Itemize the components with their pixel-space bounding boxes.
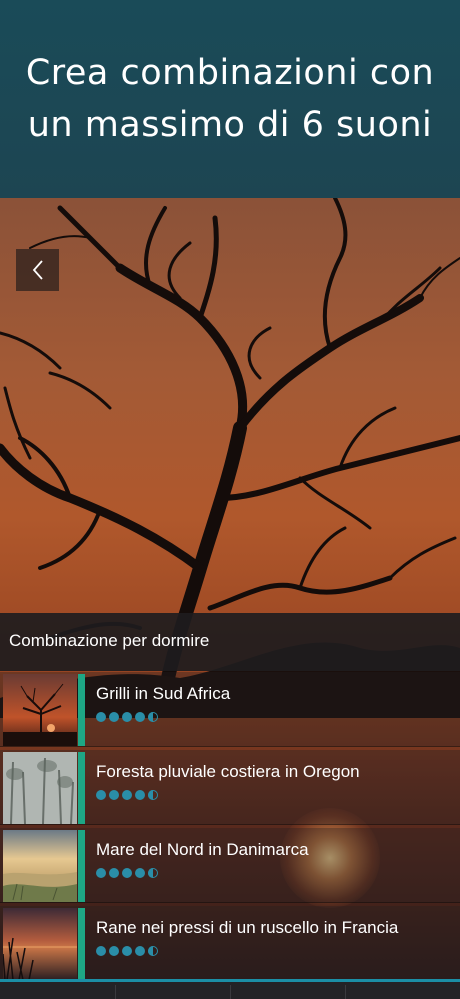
selection-accent [78,830,85,902]
sound-row[interactable]: Foresta pluviale costiera in Oregon [0,750,460,825]
sound-list: Grilli in Sud Africa Foresta pluviale co… [0,672,460,984]
sound-name: Foresta pluviale costiera in Oregon [96,762,360,781]
rating-dots [96,712,158,722]
sound-row[interactable]: Mare del Nord in Danimarca [0,828,460,903]
promo-title: Crea combinazioni con un massimo di 6 su… [25,53,435,145]
savanna-sunset-thumbnail [3,674,77,746]
mix-header: Combinazione per dormire [0,613,460,671]
sound-row[interactable]: Grilli in Sud Africa [0,672,460,747]
dune-beach-thumbnail [3,830,77,902]
sound-name: Mare del Nord in Danimarca [96,840,309,859]
sound-name: Rane nei pressi di un ruscello in Franci… [96,918,399,937]
sound-name: Grilli in Sud Africa [96,684,231,703]
rating-dots [96,790,158,800]
promo-header: Crea combinazioni con un massimo di 6 su… [0,0,460,198]
selection-accent [78,674,85,746]
bottom-bar [0,979,460,999]
misty-forest-thumbnail [3,752,77,824]
pond-sunset-thumbnail [3,908,77,980]
rating-dots [96,946,158,956]
mix-title: Combinazione per dormire [9,631,210,650]
chevron-left-icon [32,260,43,280]
selection-accent [78,752,85,824]
selection-accent [78,908,85,980]
back-button[interactable] [16,249,59,291]
rating-dots [96,868,158,878]
sound-row[interactable]: Rane nei pressi di un ruscello in Franci… [0,906,460,981]
